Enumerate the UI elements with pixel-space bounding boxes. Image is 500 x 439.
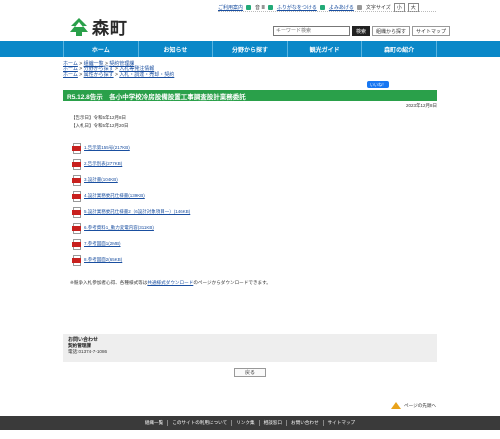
nav-item-news[interactable]: お知らせ xyxy=(137,41,213,57)
pdf-link[interactable]: 3.設計書(104KB) xyxy=(84,177,118,183)
logo-text: 森町 xyxy=(92,19,128,39)
voice-link[interactable]: 音 Ⅲ xyxy=(255,4,265,11)
pdf-icon xyxy=(72,222,82,234)
furigana-icon xyxy=(267,5,273,10)
utility-divider xyxy=(218,11,436,12)
list-item: 6.参考資料1_動力変電内容(311KB) xyxy=(72,220,190,236)
guide-link[interactable]: ご利用案内 xyxy=(218,4,243,11)
crumb-link[interactable]: ホーム xyxy=(63,72,78,78)
pdf-link[interactable]: 1.告示第155号(217KB) xyxy=(84,145,130,151)
pdf-icon xyxy=(72,206,82,218)
pdf-icon xyxy=(72,174,82,186)
pdf-icon xyxy=(72,142,82,154)
site-logo[interactable]: 森町 xyxy=(68,14,128,39)
page-title: R5.12.8告示 各小中学校冷房設備設置工事調査設計業務委託 xyxy=(63,90,437,101)
footer-link[interactable]: 組織一覧 xyxy=(141,420,167,426)
arrow-up-icon xyxy=(391,402,401,409)
list-item: 5.設計業務委託仕様書2（6設計対象項目一）(146KB) xyxy=(72,204,190,220)
furigana-link[interactable]: ふりがなをつける xyxy=(277,4,317,11)
page-top-link[interactable]: ページの先頭へ xyxy=(391,402,436,409)
list-item: 4.設計業務委託仕様書(139KB) xyxy=(72,188,190,204)
footer-link[interactable]: 相談窓口 xyxy=(258,420,286,426)
crumb-link[interactable]: 入札・調達・売却・契約 xyxy=(119,72,174,78)
download-note: ※競争入札参加者心得、各種様式等は共通様式ダウンロードのページからダウンロードで… xyxy=(70,280,271,286)
nav-item-about[interactable]: 森町の紹介 xyxy=(361,41,437,57)
pdf-link[interactable]: 2.告示別表(277KB) xyxy=(84,161,122,167)
nav-item-tourism[interactable]: 観光ガイド xyxy=(286,41,362,57)
contact-tel: 電話:01374-7-1086 xyxy=(68,348,108,354)
font-size-icon xyxy=(356,5,362,10)
facebook-like-button[interactable]: いいね！ xyxy=(367,81,389,88)
page-top-label: ページの先頭へ xyxy=(404,402,437,408)
pdf-link[interactable]: 5.設計業務委託仕様書2（6設計対象項目一）(146KB) xyxy=(84,209,190,215)
pdf-icon xyxy=(72,190,82,202)
header: 森町 ご利用案内 音 Ⅲ ふりがなをつける よみあげる 文字サイズ 小 大 検索… xyxy=(0,0,500,44)
list-item: 7.参考図面1(2MB) xyxy=(72,236,190,252)
footer-link[interactable]: お問い合わせ xyxy=(286,420,323,426)
read-aloud-link[interactable]: よみあげる xyxy=(329,4,354,11)
font-size-label: 文字サイズ xyxy=(365,5,391,11)
breadcrumb-line: ホーム > 属性から探す > 入札・調達・売却・契約 xyxy=(63,71,175,78)
note-text: のページからダウンロードできます。 xyxy=(193,280,271,285)
pdf-link[interactable]: 6.参考資料1_動力変電内容(311KB) xyxy=(84,225,154,231)
speaker-icon xyxy=(246,5,252,10)
list-item: 3.設計書(104KB) xyxy=(72,172,190,188)
pdf-icon xyxy=(72,254,82,266)
footer-link[interactable]: リンク集 xyxy=(231,420,258,426)
pdf-icon xyxy=(72,158,82,170)
pdf-link[interactable]: 7.参考図面1(2MB) xyxy=(84,241,121,247)
breadcrumb: ホーム > 組織一覧 > 契約管理課 ホーム > 分野から探す > 入札等発注情… xyxy=(63,61,175,78)
search-area: 検索 組織から探す サイトマップ xyxy=(273,26,451,36)
logo-mark-icon xyxy=(70,17,88,36)
back-button[interactable]: 戻る xyxy=(234,368,266,377)
contact-box: お問い合わせ 契約管理課 電話:01374-7-1086 xyxy=(63,334,437,362)
org-search-button[interactable]: 組織から探す xyxy=(372,26,411,36)
footer-link[interactable]: サイトマップ xyxy=(322,420,360,426)
nav-item-home[interactable]: ホーム xyxy=(63,41,138,57)
search-input[interactable] xyxy=(273,26,350,36)
sitemap-button[interactable]: サイトマップ xyxy=(412,26,451,36)
main-nav: ホーム お知らせ 分野から探す 観光ガイド 森町の紹介 xyxy=(0,41,500,57)
note-text: ※競争入札参加者心得、各種様式等は xyxy=(70,280,148,285)
list-item: 8.参考図面2(65KB) xyxy=(72,252,190,268)
like-label: いいね！ xyxy=(370,81,386,87)
footer: 組織一覧 このサイトの利用について リンク集 相談窓口 お問い合わせ サイトマッ… xyxy=(0,416,500,430)
search-button[interactable]: 検索 xyxy=(352,26,371,36)
pdf-icon xyxy=(72,238,82,250)
crumb-link[interactable]: 属性から探す xyxy=(84,72,114,78)
notice-dates: 【告示日】令和5年12月8日 【入札日】令和5年12月20日 xyxy=(71,114,129,130)
read-aloud-icon xyxy=(319,5,325,10)
bid-date: 【入札日】令和5年12月20日 xyxy=(71,123,129,128)
list-item: 2.告示別表(277KB) xyxy=(72,156,190,172)
notice-date: 【告示日】令和5年12月8日 xyxy=(71,115,127,120)
common-forms-link[interactable]: 共通様式ダウンロード xyxy=(147,280,193,285)
footer-link[interactable]: このサイトの利用について xyxy=(167,420,231,426)
attachment-list: 1.告示第155号(217KB) 2.告示別表(277KB) 3.設計書(104… xyxy=(72,140,190,268)
pdf-link[interactable]: 8.参考図面2(65KB) xyxy=(84,257,122,263)
nav-item-category[interactable]: 分野から探す xyxy=(212,41,287,57)
list-item: 1.告示第155号(217KB) xyxy=(72,140,190,156)
pdf-link[interactable]: 4.設計業務委託仕様書(139KB) xyxy=(84,193,145,199)
publish-date: 2023年12月8日 xyxy=(405,103,437,108)
